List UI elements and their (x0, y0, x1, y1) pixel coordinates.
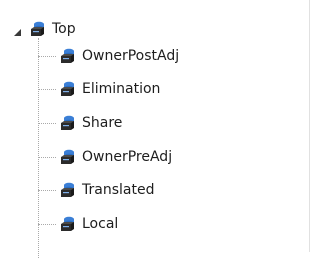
tree-item-label: Share (82, 115, 123, 131)
dimension-member-icon (58, 215, 76, 233)
tree-item-elimination[interactable]: Elimination (58, 78, 160, 100)
dimension-member-icon (58, 148, 76, 166)
tree-connector-branch (38, 56, 56, 57)
tree-connector-vertical (38, 38, 39, 258)
tree-connector-branch (38, 123, 56, 124)
dimension-member-icon (58, 47, 76, 65)
tree-item-label: Translated (82, 182, 155, 198)
tree-item-label: OwnerPreAdj (82, 149, 173, 165)
tree-item-label: Elimination (82, 81, 161, 97)
collapse-triangle-icon[interactable] (12, 23, 24, 36)
member-tree: Top OwnerPostAdj Elimination Share Owner… (0, 0, 317, 258)
tree-item-label: Top (52, 21, 76, 37)
tree-item-label: OwnerPostAdj (82, 48, 180, 64)
tree-connector-branch (38, 89, 56, 90)
tree-item-share[interactable]: Share (58, 112, 122, 134)
tree-connector-branch (38, 190, 56, 191)
tree-connector-branch (38, 157, 56, 158)
tree-item-ownerpostadj[interactable]: OwnerPostAdj (58, 45, 179, 67)
tree-item-translated[interactable]: Translated (58, 179, 154, 201)
dimension-member-icon (58, 181, 76, 199)
dimension-member-icon (58, 114, 76, 132)
tree-connector-branch (38, 224, 56, 225)
tree-item-local[interactable]: Local (58, 213, 118, 235)
tree-item-label: Local (82, 216, 119, 232)
dimension-member-icon (58, 80, 76, 98)
tree-item-ownerpreadj[interactable]: OwnerPreAdj (58, 146, 172, 168)
tree-panel: Top OwnerPostAdj Elimination Share Owner… (0, 0, 310, 258)
dimension-member-icon (28, 20, 46, 38)
tree-item-top[interactable]: Top (12, 18, 76, 40)
